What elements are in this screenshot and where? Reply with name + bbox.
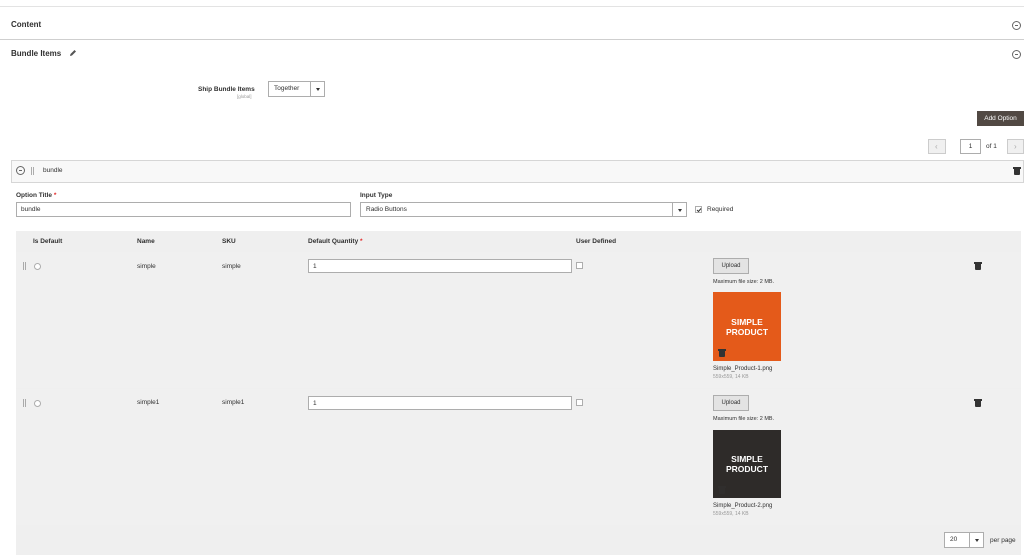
col-name: Name (137, 238, 155, 245)
row-name: simple1 (137, 399, 160, 406)
file-name: Simple_Product-2.png (713, 503, 773, 509)
content-collapse-icon[interactable] (1012, 21, 1021, 30)
pager-prev-button[interactable]: ‹ (928, 139, 946, 154)
delete-row-icon[interactable] (974, 262, 982, 270)
image-text-line2: PRODUCT (725, 326, 769, 337)
file-name: Simple_Product-1.png (713, 366, 773, 372)
col-is-default: Is Default (33, 238, 63, 245)
drag-handle-icon[interactable] (31, 167, 35, 175)
upload-button[interactable]: Upload (713, 258, 749, 274)
image-text-line1: SIMPLE (731, 316, 763, 327)
row-name: simple (137, 263, 156, 270)
max-file-size-note: Maximum file size: 2 MB. (713, 416, 775, 422)
drag-handle-icon[interactable] (23, 262, 27, 270)
option-title-input[interactable]: bundle (16, 202, 351, 217)
default-quantity-input[interactable]: 1 (308, 259, 572, 273)
required-label: Required (707, 206, 734, 213)
chevron-down-icon (969, 533, 983, 547)
input-type-select[interactable]: Radio Buttons (360, 202, 687, 217)
upload-button[interactable]: Upload (713, 395, 749, 411)
required-checkbox[interactable] (695, 206, 702, 213)
delete-image-icon[interactable] (718, 486, 726, 494)
per-page-label: per page (990, 537, 1016, 544)
per-page-value: 20 (950, 536, 958, 543)
ship-bundle-items-value: Together (274, 85, 300, 92)
is-default-radio[interactable] (34, 263, 41, 270)
pager-page-input[interactable]: 1 (960, 139, 981, 154)
max-file-size-note: Maximum file size: 2 MB. (713, 279, 775, 285)
bundle-items-section-title[interactable]: Bundle Items (11, 49, 61, 58)
chevron-left-icon: ‹ (935, 142, 938, 151)
input-type-label: Input Type (360, 192, 393, 199)
file-meta: 559x559, 14 KB (713, 374, 749, 380)
option-header (11, 160, 1024, 183)
top-divider (0, 6, 1024, 7)
delete-option-icon[interactable] (1013, 167, 1021, 175)
content-section-title[interactable]: Content (11, 20, 41, 29)
section-divider (0, 39, 1024, 40)
bundle-items-collapse-icon[interactable] (1012, 50, 1021, 59)
file-meta: 559x559, 14 KB (713, 511, 749, 517)
pager-of-label: of 1 (986, 143, 997, 150)
input-type-value: Radio Buttons (366, 206, 407, 213)
pager-next-button[interactable]: › (1007, 139, 1024, 154)
chevron-down-icon (672, 203, 686, 216)
default-quantity-input[interactable]: 1 (308, 396, 572, 410)
col-user-defined: User Defined (576, 238, 617, 245)
option-header-title: bundle (43, 167, 63, 174)
user-defined-checkbox[interactable] (576, 399, 583, 406)
image-text-line1: SIMPLE (731, 454, 763, 464)
ship-bundle-items-select[interactable]: Together (268, 81, 325, 97)
ship-scope-label: [global] (237, 94, 252, 99)
delete-image-icon[interactable] (718, 349, 726, 357)
col-sku: SKU (222, 238, 236, 245)
is-default-radio[interactable] (34, 400, 41, 407)
option-title-label: Option Title * (16, 192, 57, 199)
option-collapse-icon[interactable] (16, 166, 25, 175)
ship-bundle-items-label: Ship Bundle Items (198, 86, 255, 93)
drag-handle-icon[interactable] (23, 399, 27, 407)
col-default-quantity: Default Quantity * (308, 238, 363, 245)
delete-row-icon[interactable] (974, 399, 982, 407)
row-sku: simple (222, 263, 241, 270)
chevron-down-icon (310, 82, 324, 96)
user-defined-checkbox[interactable] (576, 262, 583, 269)
per-page-select[interactable]: 20 (944, 532, 984, 548)
chevron-right-icon: › (1014, 142, 1017, 151)
add-option-button[interactable]: Add Option (977, 111, 1024, 126)
pencil-icon[interactable] (69, 49, 77, 57)
image-text-line2: PRODUCT (725, 464, 769, 474)
row-sku: simple1 (222, 399, 245, 406)
